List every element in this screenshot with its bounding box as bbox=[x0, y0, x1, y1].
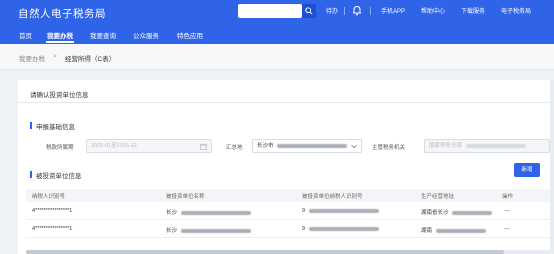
tax-office-label: 主管税务机关 bbox=[372, 145, 406, 151]
unit-name-cell: 长沙 bbox=[166, 226, 251, 234]
column-header: 纳税人识别号 bbox=[32, 194, 66, 200]
nav-item-tax-handling[interactable]: 我要办税 bbox=[47, 30, 73, 40]
tax-office-field: 国家税务总局 bbox=[424, 139, 550, 153]
nav-active-indicator bbox=[46, 41, 74, 43]
breadcrumb-current: 经营所得（C表） bbox=[65, 56, 116, 63]
search-input[interactable] bbox=[238, 4, 302, 18]
unit-tax-id-cell: 9 bbox=[302, 208, 379, 214]
taxpayer-id-cell: 4****************1 bbox=[32, 208, 73, 214]
breadcrumb-root[interactable]: 我要办税 bbox=[19, 53, 45, 63]
aggregate-select[interactable]: 长沙市 bbox=[252, 139, 362, 153]
mobile-app-link[interactable]: 手机APP bbox=[381, 6, 405, 15]
aggregate-label: 汇总地 bbox=[226, 145, 243, 151]
download-service-link[interactable]: 下载服务 bbox=[461, 6, 485, 15]
e-tax-bureau-link[interactable]: 电子税务局 bbox=[501, 6, 531, 15]
help-center-link[interactable]: 帮助中心 bbox=[421, 6, 445, 15]
nav-item-featured[interactable]: 特色应用 bbox=[177, 30, 203, 40]
redacted-text bbox=[465, 143, 526, 148]
table-row[interactable]: 4****************1 长沙 9 湖南 --- bbox=[26, 221, 554, 238]
column-header: 操作 bbox=[502, 194, 514, 200]
calendar-icon bbox=[200, 143, 207, 150]
chevron-down-icon bbox=[351, 144, 357, 149]
search-icon bbox=[305, 7, 313, 15]
divider bbox=[370, 7, 371, 15]
period-label: 税款所属期 bbox=[46, 145, 74, 151]
nav-item-home[interactable]: 首页 bbox=[19, 30, 32, 40]
search-button[interactable] bbox=[302, 4, 316, 18]
todo-link[interactable]: 待办 bbox=[326, 6, 338, 15]
top-header: 自然人电子税务局 待办 手机APP 帮助中心 下载服务 电子税务局 bbox=[0, 0, 554, 26]
section-marker bbox=[30, 122, 32, 129]
card-title: 请确认投资单位信息 bbox=[30, 92, 89, 99]
unit-tax-id-cell: 9 bbox=[302, 226, 379, 232]
bell-icon[interactable] bbox=[352, 5, 362, 16]
breadcrumb: 我要办税 > 经营所得（C表） bbox=[0, 44, 554, 70]
table-row[interactable]: 4****************1 长沙 9 湖南省长沙 --- bbox=[26, 203, 554, 220]
confirm-investment-card: 请确认投资单位信息 申报基础信息 税款所属期 2025-01至2025-12 汇… bbox=[18, 80, 554, 254]
address-cell: 湖南省长沙 bbox=[421, 208, 493, 216]
site-logo[interactable]: 自然人电子税务局 bbox=[18, 6, 106, 21]
column-header: 被投资单位名称 bbox=[166, 194, 205, 200]
divider bbox=[18, 102, 554, 103]
redacted-text bbox=[180, 210, 251, 215]
horizontal-scrollbar[interactable] bbox=[26, 250, 554, 254]
redacted-text bbox=[277, 143, 348, 148]
action-cell[interactable]: --- bbox=[504, 226, 510, 232]
scrollbar-thumb[interactable] bbox=[26, 250, 504, 254]
redacted-text bbox=[308, 208, 379, 213]
redacted-text bbox=[452, 210, 493, 215]
column-header: 被投资单位纳税人识别号 bbox=[302, 194, 363, 200]
table-header: 纳税人识别号 被投资单位名称 被投资单位纳税人识别号 生产经营地址 操作 bbox=[26, 189, 554, 202]
unit-name-cell: 长沙 bbox=[166, 208, 251, 216]
column-header: 生产经营地址 bbox=[421, 194, 455, 200]
divider bbox=[344, 7, 345, 15]
vertical-scrollbar[interactable] bbox=[550, 80, 554, 254]
nav-item-query[interactable]: 我要查询 bbox=[90, 30, 116, 40]
breadcrumb-separator: > bbox=[53, 53, 57, 60]
add-button[interactable]: 新增 bbox=[514, 163, 540, 177]
taxpayer-id-cell: 4****************1 bbox=[32, 226, 73, 232]
action-cell[interactable]: --- bbox=[504, 208, 510, 214]
section-marker bbox=[30, 171, 32, 178]
main-nav: 首页 我要办税 我要查询 公众服务 特色应用 bbox=[0, 26, 554, 44]
address-cell: 湖南 bbox=[421, 226, 486, 234]
redacted-text bbox=[308, 226, 379, 231]
section-title-declare-info: 申报基础信息 bbox=[36, 124, 75, 131]
section-title-invested-units: 被投资单位信息 bbox=[36, 173, 82, 180]
nav-item-public-service[interactable]: 公众服务 bbox=[133, 30, 159, 40]
period-field: 2025-01至2025-12 bbox=[86, 139, 212, 153]
redacted-text bbox=[435, 228, 486, 233]
redacted-text bbox=[180, 228, 251, 233]
